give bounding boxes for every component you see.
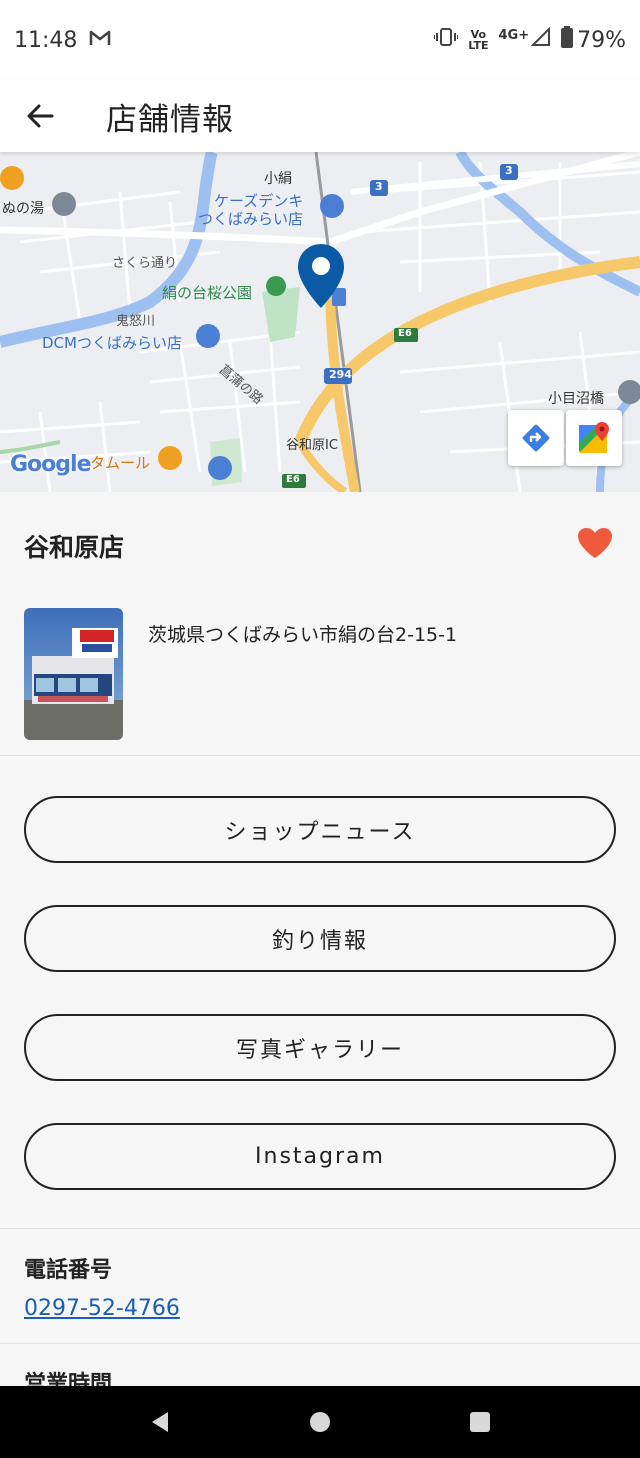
google-maps-button[interactable] — [566, 410, 622, 466]
route-294-label: 294 — [329, 368, 352, 381]
map-label-ksdenki-2: つくばみらい店 — [198, 210, 304, 228]
status-time: 11:48 — [14, 27, 78, 53]
route-3-label-2: 3 — [505, 164, 513, 177]
map-label-tamuru: タムール — [90, 454, 151, 472]
map-label-kozu: 小絹 — [264, 171, 292, 187]
phone-section: 電話番号 0297-52-4766 — [0, 1230, 640, 1344]
route-e6-label-2: E6 — [286, 474, 300, 485]
back-button[interactable] — [0, 80, 80, 152]
battery-percent: 79% — [577, 27, 626, 53]
status-bar: 11:48 Vo LTE 4G+ 79% — [0, 0, 640, 80]
home-circle-icon[interactable] — [307, 1409, 333, 1435]
store-name: 谷和原店 — [24, 533, 125, 562]
recents-square-icon[interactable] — [467, 1409, 493, 1435]
app-bar: 店舗情報 — [0, 80, 640, 152]
volte-bottom: LTE — [468, 39, 489, 52]
map-label-nunoyu: ぬの湯 — [2, 201, 44, 217]
google-maps-icon — [579, 422, 609, 453]
directions-icon — [522, 424, 550, 452]
store-building-image — [24, 608, 123, 740]
status-right: Vo LTE 4G+ 79% — [433, 26, 626, 54]
photo-gallery-button[interactable]: 写真ギャラリー — [24, 1014, 616, 1081]
status-left: 11:48 — [14, 28, 111, 53]
phone-number-link[interactable]: 0297-52-4766 — [24, 1296, 180, 1321]
store-photo[interactable] — [24, 608, 123, 740]
directions-button[interactable] — [508, 410, 564, 466]
map-label-kome: 小目沼橋 — [548, 391, 604, 407]
vibrate-icon — [433, 27, 460, 53]
shop-news-button[interactable]: ショップニュース — [24, 796, 616, 863]
phone-label: 電話番号 — [24, 1258, 113, 1283]
back-triangle-icon[interactable] — [147, 1409, 173, 1435]
favorite-button[interactable] — [576, 526, 614, 560]
google-logo: Google — [10, 452, 91, 477]
system-nav-bar — [0, 1386, 640, 1458]
battery-icon — [561, 26, 574, 54]
route-3-label: 3 — [375, 180, 383, 193]
volte-icon: Vo LTE — [468, 29, 488, 51]
network-type: 4G+ — [498, 28, 530, 43]
gmail-icon — [89, 28, 111, 53]
instagram-button[interactable]: Instagram — [24, 1123, 616, 1190]
signal-icon — [530, 26, 551, 53]
action-buttons: ショップニュース 釣り情報 写真ギャラリー Instagram — [0, 757, 640, 1229]
map-label-ic: 谷和原IC — [286, 438, 338, 453]
route-e6-label: E6 — [398, 328, 412, 339]
store-address: 茨城県つくばみらい市絹の台2-15-1 — [148, 624, 458, 646]
map-label-kinu: 鬼怒川 — [116, 314, 156, 329]
map-label-dcm: DCMつくばみらい店 — [42, 334, 182, 352]
location-pin-icon[interactable] — [296, 242, 346, 310]
fishing-info-button[interactable]: 釣り情報 — [24, 905, 616, 972]
map-label-park: 絹の台桜公園 — [162, 284, 253, 302]
map-label-sakura: さくら通り — [112, 256, 178, 271]
arrow-left-icon — [27, 104, 54, 128]
store-map[interactable]: 小絹 ケーズデンキ つくばみらい店 ぬの湯 さくら通り 絹の台桜公園 鬼怒川 D… — [0, 152, 640, 492]
store-info: 谷和原店 茨城県つくばみらい市絹の台2-15-1 — [0, 492, 640, 756]
page-title: 店舗情報 — [106, 101, 234, 138]
heart-icon — [578, 528, 612, 558]
